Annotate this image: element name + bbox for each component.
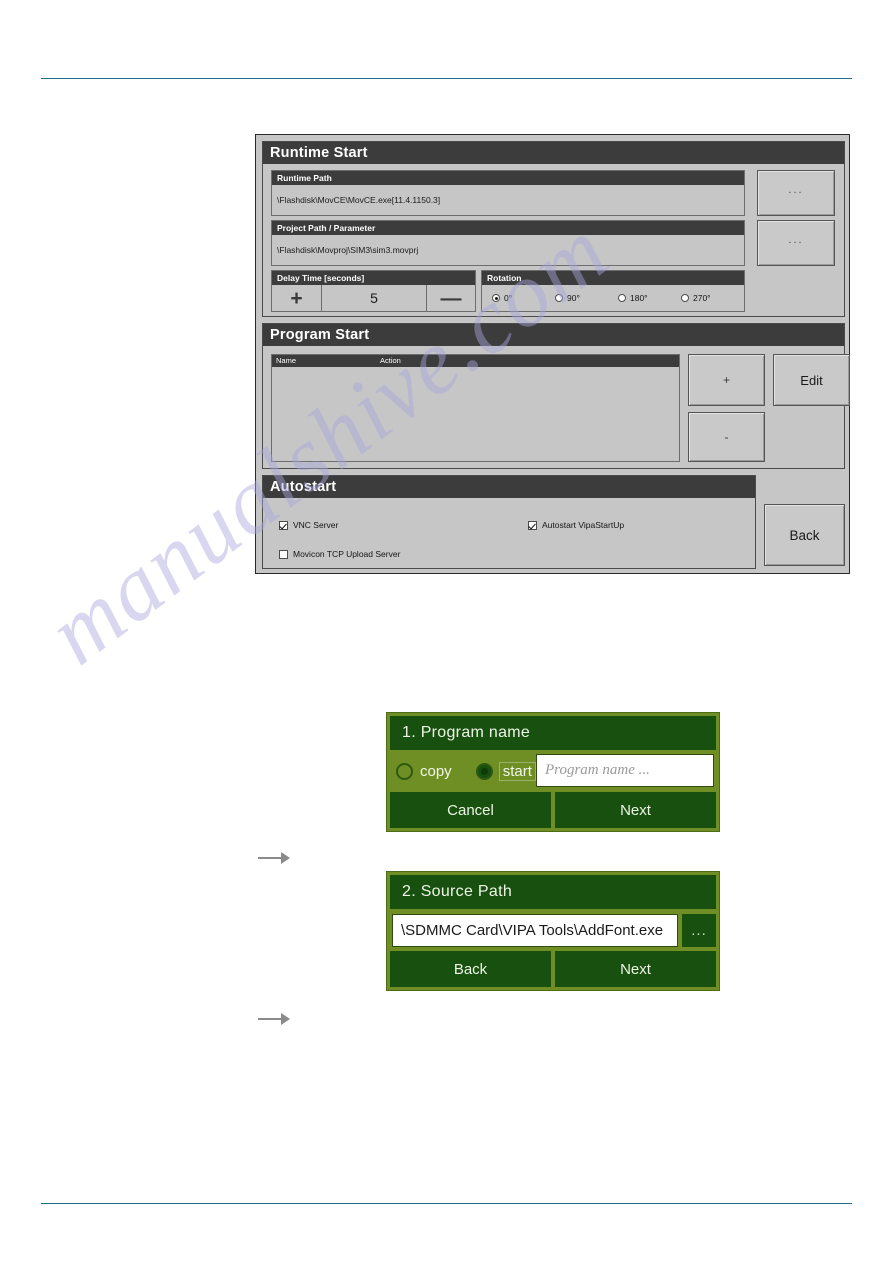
checkbox-icon [279, 520, 288, 530]
minus-icon: — [440, 286, 462, 310]
radio-icon [555, 294, 563, 302]
dialog-source-path-back-button[interactable]: Back [390, 951, 551, 987]
program-mode-start-label: start [498, 761, 536, 781]
dialog-source-path: 2. Source Path \SDMMC Card\VIPA Tools\Ad… [386, 871, 720, 991]
rotation-option-270[interactable]: 270° [681, 293, 711, 303]
program-remove-button[interactable]: - [688, 412, 765, 462]
runtime-start-title: Runtime Start [263, 142, 844, 164]
autostart-checkbox-vipastartup[interactable]: Autostart VipaStartUp [528, 520, 624, 530]
project-path-frame: Project Path / Parameter \Flashdisk\Movp… [271, 220, 745, 266]
runtime-start-group: Runtime Start Runtime Path \Flashdisk\Mo… [262, 141, 845, 317]
rotation-label: Rotation [482, 271, 744, 285]
page-footer-rule [41, 1203, 852, 1204]
ellipsis-icon: ... [691, 921, 707, 939]
dialog-program-name-next-button[interactable]: Next [555, 792, 716, 828]
rotation-option-270-label: 270° [693, 293, 711, 303]
plus-icon: + [290, 286, 303, 310]
autostart-checkbox-vnc-server[interactable]: VNC Server [279, 520, 338, 530]
program-mode-copy[interactable]: copy [396, 762, 452, 780]
autostart-checkbox-movicon-tcp-upload[interactable]: Movicon TCP Upload Server [279, 549, 400, 559]
project-path-value: \Flashdisk\Movproj\SIM3\sim3.movprj [277, 245, 419, 255]
radio-icon [475, 762, 493, 780]
dialog-program-name: 1. Program name copy start Program name … [386, 712, 720, 832]
project-path-label: Project Path / Parameter [272, 221, 744, 235]
program-edit-button[interactable]: Edit [773, 354, 850, 406]
delay-time-increment-button[interactable]: + [272, 285, 322, 311]
page-header-rule [41, 78, 852, 79]
flow-arrow-2 [258, 1012, 290, 1026]
rotation-frame: Rotation 0° 90° 180° 270° [481, 270, 745, 312]
program-list[interactable]: Name Action [271, 354, 680, 462]
column-header-name: Name [276, 356, 297, 365]
program-mode-start[interactable]: start [475, 761, 536, 781]
ellipsis-icon: ... [788, 184, 804, 196]
rotation-option-0-label: 0° [504, 293, 513, 303]
dialog-source-path-title: 2. Source Path [390, 875, 716, 909]
program-edit-label: Edit [800, 372, 823, 388]
rotation-option-0[interactable]: 0° [492, 293, 512, 303]
radio-icon [492, 294, 500, 302]
runtime-start-panel: Runtime Start Runtime Path \Flashdisk\Mo… [255, 134, 850, 574]
delay-time-decrement-button[interactable]: — [427, 285, 475, 311]
delay-time-frame: Delay Time [seconds] + 5 — [271, 270, 476, 312]
project-path-browse-button[interactable]: ... [757, 220, 835, 266]
dialog-program-name-body: copy start Program name ... [390, 750, 716, 792]
radio-icon [681, 294, 689, 302]
source-path-input[interactable]: \SDMMC Card\VIPA Tools\AddFont.exe [392, 913, 678, 947]
program-mode-copy-label: copy [420, 762, 452, 780]
radio-icon [618, 294, 626, 302]
rotation-option-90-label: 90° [567, 293, 580, 303]
delay-time-value-text: 5 [370, 290, 378, 306]
source-path-browse-button[interactable]: ... [682, 913, 716, 947]
program-add-button[interactable]: + [688, 354, 765, 406]
checkbox-icon [279, 549, 288, 559]
runtime-path-value: \Flashdisk\MovCE\MovCE.exe[11.4.1150.3] [277, 195, 441, 205]
rotation-option-180-label: 180° [630, 293, 648, 303]
flow-arrow-1 [258, 851, 290, 865]
plus-icon: + [722, 373, 730, 387]
dialog-source-path-body: \SDMMC Card\VIPA Tools\AddFont.exe ... [390, 909, 716, 951]
column-header-action: Action [380, 356, 401, 365]
runtime-path-browse-button[interactable]: ... [757, 170, 835, 216]
rotation-option-180[interactable]: 180° [618, 293, 648, 303]
program-list-header: Name Action [272, 355, 679, 367]
minus-icon: - [724, 430, 729, 444]
dialog-program-name-footer: Cancel Next [390, 792, 716, 828]
program-start-title: Program Start [263, 324, 844, 346]
delay-time-label: Delay Time [seconds] [272, 271, 475, 285]
program-start-group: Program Start Name Action + - Edit [262, 323, 850, 469]
checkbox-icon [528, 520, 537, 530]
autostart-checkbox-vnc-server-label: VNC Server [293, 520, 339, 530]
delay-time-value: 5 [322, 285, 427, 311]
runtime-path-frame: Runtime Path \Flashdisk\MovCE\MovCE.exe[… [271, 170, 745, 216]
dialog-program-name-cancel-button[interactable]: Cancel [390, 792, 551, 828]
autostart-group: Autostart VNC Server Autostart VipaStart… [262, 475, 756, 569]
autostart-checkbox-vipastartup-label: Autostart VipaStartUp [542, 520, 625, 530]
rotation-option-90[interactable]: 90° [555, 293, 580, 303]
radio-icon [396, 762, 413, 780]
dialog-source-path-next-button[interactable]: Next [555, 951, 716, 987]
back-button-label: Back [789, 527, 820, 543]
runtime-path-label: Runtime Path [272, 171, 744, 185]
dialog-source-path-footer: Back Next [390, 951, 716, 987]
autostart-checkbox-movicon-tcp-upload-label: Movicon TCP Upload Server [293, 549, 401, 559]
autostart-title: Autostart [263, 476, 755, 498]
back-button[interactable]: Back [764, 504, 845, 566]
dialog-program-name-title: 1. Program name [390, 716, 716, 750]
ellipsis-icon: ... [788, 234, 804, 246]
program-name-input[interactable]: Program name ... [536, 754, 714, 787]
